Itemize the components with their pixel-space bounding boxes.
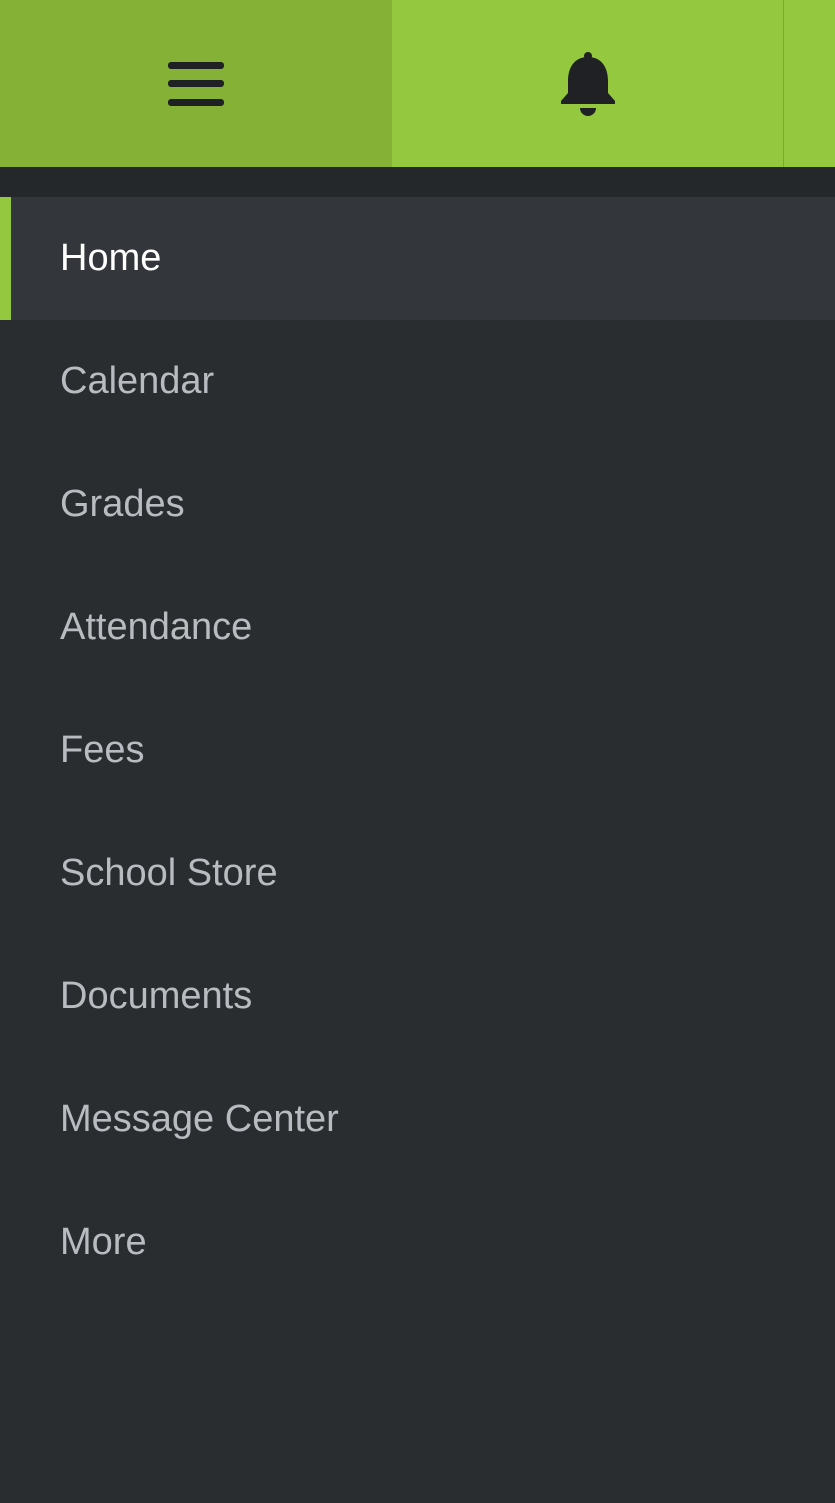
notifications-button[interactable] <box>392 0 783 167</box>
sidebar-item-grades[interactable]: Grades <box>0 443 835 566</box>
sidebar-item-label: More <box>60 1221 147 1263</box>
sidebar-item-more[interactable]: More <box>0 1181 835 1304</box>
sidebar-item-fees[interactable]: Fees <box>0 689 835 812</box>
top-bar-edge <box>783 0 835 167</box>
sidebar-item-label: Message Center <box>60 1098 339 1140</box>
sidebar-item-label: Documents <box>60 975 253 1017</box>
sidebar-item-attendance[interactable]: Attendance <box>0 566 835 689</box>
sidebar-item-label: Attendance <box>60 606 253 648</box>
sidebar-item-label: School Store <box>60 852 278 894</box>
sidebar-item-label: Calendar <box>60 360 215 402</box>
bell-icon <box>559 51 617 117</box>
sidebar-nav: Home Calendar Grades Attendance Fees Sch… <box>0 197 835 1304</box>
app-screen: Home Calendar Grades Attendance Fees Sch… <box>0 0 835 1503</box>
top-bar-divider <box>0 167 835 197</box>
sidebar-item-home[interactable]: Home <box>0 197 835 320</box>
sidebar-item-label: Home <box>60 237 162 279</box>
menu-button[interactable] <box>0 0 392 167</box>
sidebar-item-label: Grades <box>60 483 185 525</box>
hamburger-menu-icon <box>168 59 224 109</box>
sidebar-item-documents[interactable]: Documents <box>0 935 835 1058</box>
sidebar-item-school-store[interactable]: School Store <box>0 812 835 935</box>
sidebar-item-label: Fees <box>60 729 145 771</box>
top-bar <box>0 0 835 167</box>
sidebar-item-message-center[interactable]: Message Center <box>0 1058 835 1181</box>
sidebar-item-calendar[interactable]: Calendar <box>0 320 835 443</box>
